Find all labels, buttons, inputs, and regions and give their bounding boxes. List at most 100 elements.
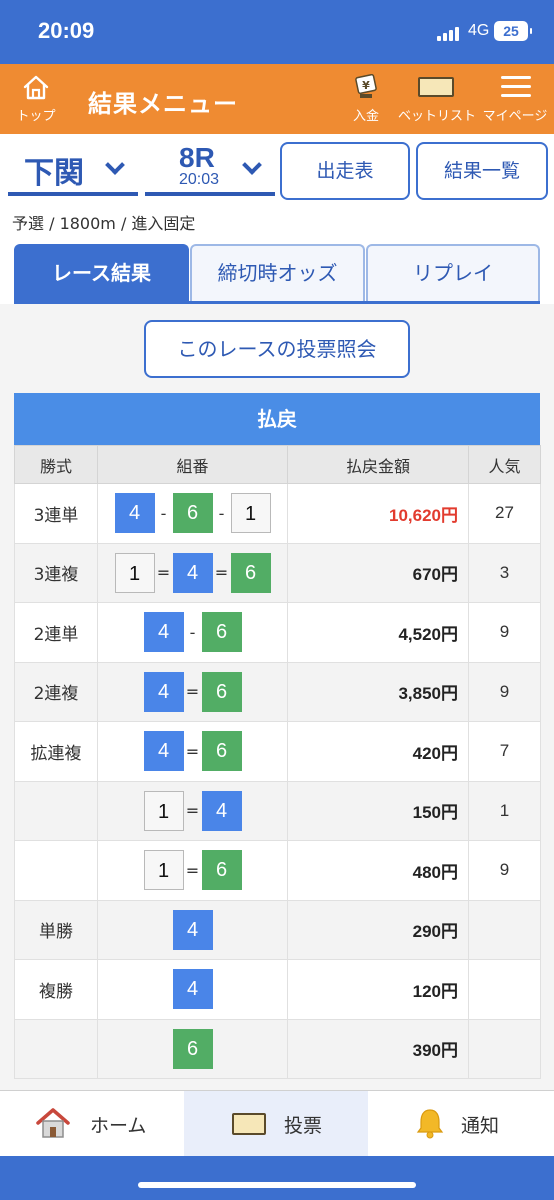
payout-header-row: 勝式 組番 払戻金額 人気 [14, 445, 541, 484]
boat-number-badge: 6 [201, 671, 242, 712]
combination-cell: 1 = 4 = 6 [97, 542, 288, 603]
results-list-button[interactable]: 結果一覧 [416, 142, 548, 200]
combo-separator: = [156, 563, 171, 583]
popularity-cell: 9 [468, 602, 541, 663]
payout-amount-cell: 420円 [287, 721, 469, 782]
popularity-cell: 9 [468, 840, 541, 901]
bet-type-cell: 複勝 [14, 959, 98, 1020]
payout-row: 複勝 4 120円 [14, 959, 541, 1020]
yen-icon: ¥ [355, 74, 377, 98]
boat-number-badge: 1 [143, 790, 184, 831]
boat-number-badge: 6 [201, 850, 242, 891]
boat-number-badge: 4 [143, 612, 184, 653]
bell-icon [416, 1109, 444, 1139]
status-bar: 20:09 4G 25 [0, 0, 554, 64]
payout-row: 2連単 4-6 4,520円 9 [14, 602, 541, 663]
deposit-button[interactable]: ¥ 入金 [342, 64, 390, 134]
payout-title: 払戻 [14, 393, 540, 445]
header-combination: 組番 [97, 445, 288, 484]
boat-number-badge: 4 [143, 731, 184, 772]
nav-home[interactable]: ホーム [0, 1091, 184, 1157]
vote-inquiry-button[interactable]: このレースの投票照会 [144, 320, 410, 378]
payout-amount-cell: 290円 [287, 899, 469, 960]
top-button[interactable]: トップ [10, 64, 62, 134]
boat-number-badge: 6 [201, 731, 242, 772]
menu-icon [501, 76, 531, 98]
combination-cell: 1 = 4 [97, 780, 288, 841]
payout-row: 3連単 4-6-1 10,620円 27 [14, 483, 541, 544]
popularity-cell [468, 1018, 541, 1079]
race-selector: 下関 8R 20:03 出走表 結果一覧 [0, 134, 554, 206]
payout-row: 3連複 1 = 4 = 6 670円 3 [14, 542, 541, 603]
popularity-cell: 7 [468, 721, 541, 782]
mypage-label: マイページ [482, 109, 548, 124]
tab-closing-odds[interactable]: 締切時オッズ [190, 244, 365, 301]
mypage-button[interactable]: マイページ [480, 64, 550, 134]
betlist-icon [418, 77, 454, 97]
house-icon [36, 1108, 70, 1138]
combination-cell: 4-6 [97, 602, 288, 663]
boat-number-badge: 1 [143, 850, 184, 891]
header-bet-type: 勝式 [14, 445, 98, 484]
race-time: 20:03 [179, 171, 220, 188]
payout-row: 6 390円 [14, 1018, 541, 1079]
combo-separator: = [185, 741, 200, 761]
combo-separator: = [214, 563, 229, 583]
race-number: 8R [179, 142, 215, 173]
boat-number-badge: 4 [172, 552, 213, 593]
combination-cell: 4-6-1 [97, 483, 288, 544]
popularity-cell [468, 959, 541, 1020]
payout-amount-cell: 670円 [287, 542, 469, 603]
svg-text:¥: ¥ [362, 79, 370, 92]
header-payout-amount: 払戻金額 [287, 445, 469, 484]
bet-type-cell: 3連単 [14, 483, 98, 544]
bet-type-cell: 3連複 [14, 542, 98, 603]
venue-dropdown[interactable]: 下関 [8, 144, 138, 196]
combo-separator: - [189, 622, 196, 642]
header-popularity: 人気 [468, 445, 541, 484]
bottom-strip [0, 1156, 554, 1200]
betlist-button[interactable]: ベットリスト [398, 64, 476, 134]
combo-separator: - [218, 503, 225, 523]
venue-name: 下関 [24, 156, 84, 191]
bet-type-cell: 2連複 [14, 661, 98, 722]
payout-row: 1 = 4 150円 1 [14, 780, 541, 841]
boat-number-badge: 4 [172, 909, 213, 950]
top-button-label: トップ [16, 109, 56, 124]
popularity-cell: 1 [468, 780, 541, 841]
combo-separator: = [185, 682, 200, 702]
combination-cell: 1 = 6 [97, 840, 288, 901]
tab-replay[interactable]: リプレイ [366, 244, 540, 301]
payout-section: 払戻 勝式 組番 払戻金額 人気 3連単 4-6-1 10,620円 27 3連複 1 = 4… [14, 393, 541, 1079]
popularity-cell: 9 [468, 661, 541, 722]
race-info: 予選 / 1800m / 進入固定 [12, 214, 196, 233]
status-time: 20:09 [38, 18, 95, 43]
payout-table: 勝式 組番 払戻金額 人気 3連単 4-6-1 10,620円 27 3連複 1 = 4 = 6 6… [14, 445, 541, 1079]
deposit-label: 入金 [352, 109, 379, 124]
payout-amount-cell: 120円 [287, 959, 469, 1020]
race-dropdown[interactable]: 8R 20:03 [145, 142, 275, 196]
bet-type-cell [14, 1018, 98, 1079]
popularity-cell: 3 [468, 542, 541, 603]
boat-number-badge: 4 [172, 969, 213, 1010]
signal-icon [437, 25, 463, 41]
nav-vote[interactable]: 投票 [184, 1091, 368, 1157]
boat-number-badge: 4 [143, 671, 184, 712]
combo-separator: = [185, 860, 200, 880]
payout-amount-cell: 10,620円 [287, 483, 469, 544]
combination-cell: 4 = 6 [97, 721, 288, 782]
nav-notify-label: 通知 [461, 1115, 500, 1137]
boat-number-badge: 1 [114, 552, 155, 593]
app-header: トップ 結果メニュー ¥ 入金 ベットリスト マイページ [0, 64, 554, 134]
nav-notify[interactable]: 通知 [368, 1091, 554, 1157]
combo-separator: = [185, 801, 200, 821]
boat-number-badge: 4 [114, 493, 155, 534]
bet-type-cell: 2連単 [14, 602, 98, 663]
tab-race-result[interactable]: レース結果 [14, 244, 189, 301]
entry-list-button[interactable]: 出走表 [280, 142, 410, 200]
home-indicator [138, 1182, 416, 1188]
bet-type-cell: 単勝 [14, 899, 98, 960]
combo-separator: - [160, 503, 167, 523]
payout-amount-cell: 390円 [287, 1018, 469, 1079]
home-icon [23, 75, 49, 100]
